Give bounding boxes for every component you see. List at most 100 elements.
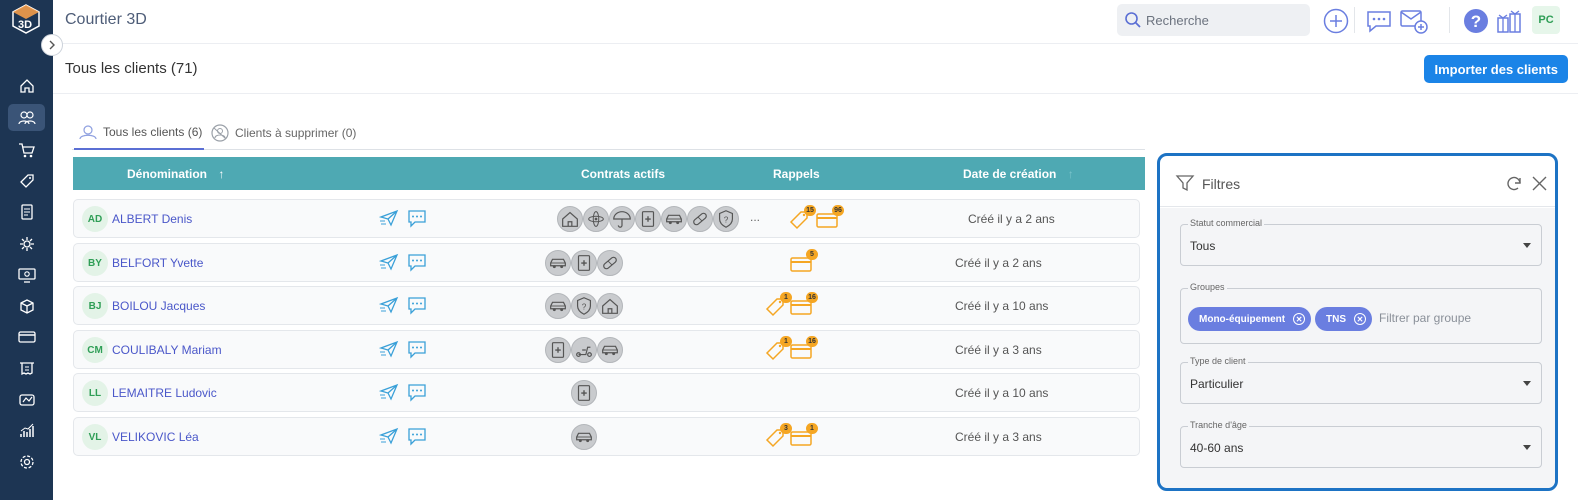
nav-finance[interactable]: [8, 261, 45, 288]
client-avatar: BJ: [82, 293, 108, 319]
table-row[interactable]: CM COULIBALY Mariam 1 16 Créé il y a 3 ans: [73, 330, 1140, 369]
chat-icon[interactable]: [407, 426, 427, 446]
nav-home[interactable]: [8, 72, 45, 99]
health-card-icon[interactable]: [545, 337, 571, 363]
reminder-card[interactable]: 1: [790, 423, 818, 450]
groupes-field[interactable]: Groupes Mono-équipement ✕ TNS ✕: [1180, 282, 1542, 344]
car-icon[interactable]: [661, 206, 687, 232]
car-icon[interactable]: [571, 424, 597, 450]
car-icon[interactable]: [545, 250, 571, 276]
user-avatar[interactable]: PC: [1532, 6, 1560, 34]
health-card-icon[interactable]: [635, 206, 661, 232]
reminder-tag[interactable]: 1: [764, 336, 792, 363]
nav-claims[interactable]: [8, 386, 45, 413]
app-title: Courtier 3D: [65, 11, 147, 28]
gifts-button[interactable]: [1494, 6, 1524, 36]
reminder-card[interactable]: 16: [790, 336, 818, 363]
filters-header: Filtres: [1160, 156, 1555, 207]
nav-stats[interactable]: [8, 417, 45, 444]
more-contracts[interactable]: ...: [750, 210, 760, 224]
column-header-created[interactable]: Date de création ↑: [963, 167, 1074, 181]
app-logo[interactable]: 3D: [11, 4, 41, 34]
sidebar-toggle-button[interactable]: [41, 34, 63, 56]
chat-icon[interactable]: [407, 339, 427, 359]
type-client-select[interactable]: Type de client Particulier: [1180, 356, 1542, 404]
send-icon[interactable]: [379, 383, 399, 401]
field-label: Type de client: [1188, 356, 1248, 366]
send-icon[interactable]: [379, 340, 399, 358]
search-box[interactable]: [1117, 4, 1310, 36]
nav-settings-gear[interactable]: [8, 230, 45, 257]
shield-question-icon[interactable]: ?: [571, 293, 597, 319]
table-row[interactable]: BY BELFORT Yvette 5 Créé il y a 2 ans: [73, 243, 1140, 282]
column-header-name[interactable]: Dénomination ↑: [127, 167, 224, 181]
chip-remove-icon[interactable]: ✕: [1293, 313, 1306, 325]
group-chip[interactable]: Mono-équipement ✕: [1188, 307, 1312, 331]
messages-button[interactable]: [1364, 6, 1394, 36]
chat-icon[interactable]: [407, 252, 427, 272]
nav-clients[interactable]: [8, 104, 45, 131]
reminder-card[interactable]: 96: [816, 205, 844, 232]
home-icon[interactable]: [557, 206, 583, 232]
client-name-link[interactable]: ALBERT Denis: [112, 212, 192, 226]
search-input[interactable]: [1146, 12, 1296, 28]
umbrella-icon[interactable]: [609, 206, 635, 232]
nav-receipts[interactable]: [8, 354, 45, 381]
car-icon[interactable]: [597, 337, 623, 363]
bandage-icon[interactable]: [597, 250, 623, 276]
import-clients-button[interactable]: Importer des clients: [1424, 55, 1568, 83]
home-icon[interactable]: [597, 293, 623, 319]
close-icon[interactable]: [1532, 176, 1547, 191]
bandage-icon[interactable]: [687, 206, 713, 232]
chat-icon[interactable]: [407, 208, 427, 228]
send-icon[interactable]: [379, 296, 399, 314]
reminder-card[interactable]: 16: [790, 292, 818, 319]
help-button[interactable]: ?: [1461, 6, 1491, 36]
nav-documents[interactable]: [8, 198, 45, 225]
reminder-card[interactable]: 5: [790, 249, 818, 276]
client-name-link[interactable]: BELFORT Yvette: [112, 256, 203, 270]
refresh-icon[interactable]: [1505, 175, 1523, 193]
gift-icon: [1497, 10, 1521, 33]
nav-tags[interactable]: [8, 167, 45, 194]
scooter-icon[interactable]: [571, 337, 597, 363]
chip-remove-icon[interactable]: ✕: [1354, 313, 1366, 325]
nav-products[interactable]: [8, 292, 45, 319]
reminder-tag[interactable]: 1: [764, 292, 792, 319]
chat-icon[interactable]: [407, 295, 427, 315]
chat-icon: [1367, 11, 1391, 33]
send-icon[interactable]: [379, 427, 399, 445]
group-filter-input[interactable]: [1379, 311, 1529, 325]
table-row[interactable]: AD ALBERT Denis?... 15 96 Créé il y a 2 ans: [73, 199, 1140, 238]
tab-label: Clients à supprimer (0): [235, 126, 357, 140]
table-row[interactable]: BJ BOILOU Jacques? 1 16 Créé il y a 10 ans: [73, 286, 1140, 325]
chat-icon[interactable]: [407, 382, 427, 402]
client-name-link[interactable]: COULIBALY Mariam: [112, 343, 222, 357]
new-mail-button[interactable]: [1399, 6, 1429, 36]
tab-all-clients[interactable]: Tous les clients (6): [74, 116, 204, 150]
tab-clients-to-delete[interactable]: Clients à supprimer (0): [210, 116, 370, 150]
send-icon[interactable]: [379, 209, 399, 227]
nav-payments[interactable]: [8, 323, 45, 350]
tranche-age-select[interactable]: Tranche d'âge 40-60 ans: [1180, 420, 1542, 468]
client-name-link[interactable]: LEMAITRE Ludovic: [112, 386, 217, 400]
settings-icon: [19, 454, 34, 469]
reminder-tag[interactable]: 15: [788, 205, 816, 232]
shield-question-icon[interactable]: ?: [713, 206, 739, 232]
health-card-icon[interactable]: [571, 380, 597, 406]
nav-settings[interactable]: [8, 448, 45, 475]
add-button[interactable]: [1321, 6, 1351, 36]
table-row[interactable]: VL VELIKOVIC Léa 3 1 Créé il y a 3 ans: [73, 417, 1140, 456]
field-label: Tranche d'âge: [1188, 420, 1249, 430]
statut-commercial-select[interactable]: Statut commercial Tous: [1180, 218, 1542, 266]
group-chip[interactable]: TNS ✕: [1315, 307, 1372, 331]
atom-icon[interactable]: [583, 206, 609, 232]
health-card-icon[interactable]: [571, 250, 597, 276]
send-icon[interactable]: [379, 253, 399, 271]
reminder-tag[interactable]: 3: [764, 423, 792, 450]
nav-cart[interactable]: [8, 136, 45, 163]
client-name-link[interactable]: VELIKOVIC Léa: [112, 430, 199, 444]
car-icon[interactable]: [545, 293, 571, 319]
client-name-link[interactable]: BOILOU Jacques: [112, 299, 205, 313]
table-row[interactable]: LL LEMAITRE Ludovic Créé il y a 10 ans: [73, 373, 1140, 412]
